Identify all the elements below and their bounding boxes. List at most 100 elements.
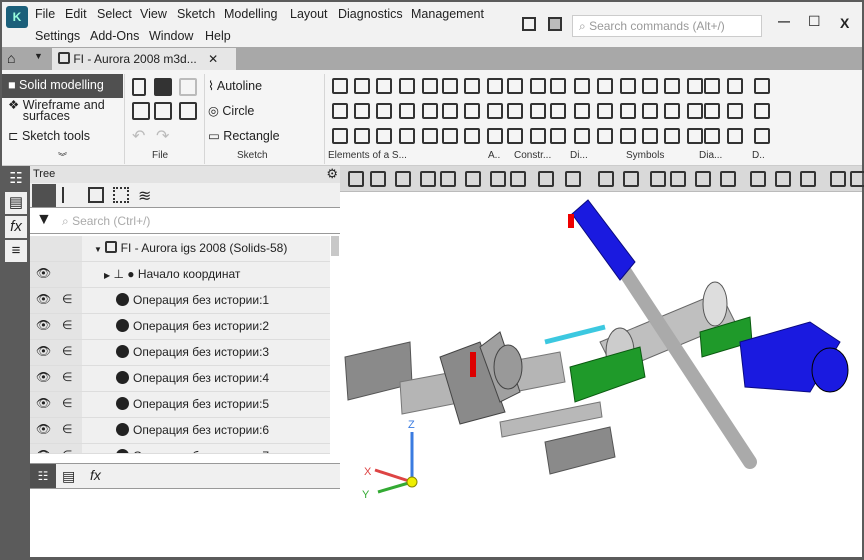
filter-icon[interactable]: ▼ [36, 211, 52, 229]
ribbon-tool-icon[interactable] [620, 78, 636, 94]
ribbon-tool-icon[interactable] [664, 78, 680, 94]
view-tool-icon[interactable] [490, 171, 506, 187]
ribbon-tool-icon[interactable] [687, 78, 703, 94]
included-icon[interactable]: ∈ [62, 448, 72, 453]
menu-select[interactable]: Select [97, 7, 132, 21]
rectangle-button[interactable]: ▭ Rectangle [208, 128, 280, 143]
eye-icon[interactable]: 👁 [36, 422, 51, 436]
selection-icon[interactable] [113, 187, 129, 203]
eye-icon[interactable]: 👁 [36, 396, 51, 410]
mode-sketch-tools[interactable]: ⊏ Sketch tools [8, 128, 90, 143]
view-tool-icon[interactable] [395, 171, 411, 187]
menu-sketch[interactable]: Sketch [177, 7, 215, 21]
view-tool-icon[interactable] [440, 171, 456, 187]
ribbon-tool-icon[interactable] [487, 103, 503, 119]
expand-chevron-icon[interactable]: ︾ [58, 150, 67, 163]
ribbon-tool-icon[interactable] [550, 103, 566, 119]
circle-button[interactable]: ◎ Circle [208, 103, 254, 118]
view-tool-icon[interactable] [720, 171, 736, 187]
ribbon-tool-icon[interactable] [422, 78, 438, 94]
ribbon-tool-icon[interactable] [399, 128, 415, 144]
included-icon[interactable]: ∈ [62, 292, 72, 306]
tree-item-row[interactable]: 👁 ∈ Операция без истории:2 [30, 314, 330, 340]
menu-edit[interactable]: Edit [65, 7, 87, 21]
menu-addons[interactable]: Add-Ons [90, 29, 139, 43]
tree-item-row[interactable]: 👁 ∈ Операция без истории:6 [30, 418, 330, 444]
3d-viewport[interactable]: Z X Y [340, 166, 864, 557]
expand-arrow-icon[interactable]: ▶ [104, 271, 110, 280]
ribbon-tool-icon[interactable] [727, 103, 743, 119]
print-icon[interactable] [132, 102, 150, 120]
autoline-button[interactable]: ⌇ Autoline [208, 78, 262, 93]
ribbon-tool-icon[interactable] [754, 103, 770, 119]
menu-layout[interactable]: Layout [290, 7, 328, 21]
eye-icon[interactable]: 👁 [36, 266, 51, 280]
view-tool-icon[interactable] [348, 171, 364, 187]
properties-tab-icon[interactable]: ▤ [62, 468, 75, 485]
maximize-button[interactable]: ☐ [808, 13, 821, 30]
view-tool-icon[interactable] [775, 171, 791, 187]
ribbon-tool-icon[interactable] [442, 78, 458, 94]
tree-item-row[interactable]: 👁 ∈ Операция без истории:1 [30, 288, 330, 314]
undo-icon[interactable]: ↶ [132, 126, 145, 146]
included-icon[interactable]: ∈ [62, 344, 72, 358]
ribbon-tool-icon[interactable] [507, 78, 523, 94]
view-tool-icon[interactable] [800, 171, 816, 187]
ribbon-tool-icon[interactable] [376, 103, 392, 119]
tabs-dropdown-icon[interactable]: ▼ [34, 51, 43, 61]
tree-hierarchy-icon[interactable] [62, 187, 76, 203]
ribbon-tool-icon[interactable] [487, 78, 503, 94]
collapse-arrow-icon[interactable]: ▼ [94, 245, 102, 254]
ribbon-tool-icon[interactable] [574, 103, 590, 119]
ribbon-tool-icon[interactable] [664, 128, 680, 144]
ribbon-tool-icon[interactable] [664, 103, 680, 119]
ribbon-tool-icon[interactable] [332, 103, 348, 119]
ribbon-tool-icon[interactable] [332, 128, 348, 144]
tree-tab-icon[interactable]: ☷ [30, 464, 56, 488]
view-tool-icon[interactable] [565, 171, 581, 187]
ribbon-tool-icon[interactable] [620, 128, 636, 144]
included-icon[interactable]: ∈ [62, 370, 72, 384]
tree-item-row[interactable]: 👁 ∈ Операция без истории:3 [30, 340, 330, 366]
included-icon[interactable]: ∈ [62, 396, 72, 410]
ribbon-tool-icon[interactable] [704, 78, 720, 94]
tree-scrollbar[interactable] [331, 236, 339, 256]
ribbon-tool-icon[interactable] [550, 78, 566, 94]
ribbon-tool-icon[interactable] [507, 128, 523, 144]
tree-item-row[interactable]: 👁 ∈ Операция без истории:4 [30, 366, 330, 392]
minimize-button[interactable]: — [778, 14, 790, 28]
mode-solid-modelling[interactable]: ■ Solid modelling [2, 74, 123, 98]
ribbon-tool-icon[interactable] [597, 103, 613, 119]
ribbon-tool-icon[interactable] [464, 128, 480, 144]
ribbon-tool-icon[interactable] [487, 128, 503, 144]
view-tool-icon[interactable] [650, 171, 666, 187]
ribbon-tool-icon[interactable] [754, 78, 770, 94]
menu-file[interactable]: File [35, 7, 55, 21]
view-tool-icon[interactable] [420, 171, 436, 187]
menu-window[interactable]: Window [149, 29, 193, 43]
menu-view[interactable]: View [140, 7, 167, 21]
preview-icon[interactable] [154, 102, 172, 120]
ribbon-tool-icon[interactable] [727, 128, 743, 144]
ribbon-tool-icon[interactable] [354, 103, 370, 119]
variables-fx-icon[interactable]: fx [5, 216, 27, 238]
ribbon-tool-icon[interactable] [620, 103, 636, 119]
included-icon[interactable]: ∈ [62, 318, 72, 332]
ribbon-tool-icon[interactable] [464, 103, 480, 119]
view-tool-icon[interactable] [598, 171, 614, 187]
view-tool-icon[interactable] [695, 171, 711, 187]
ribbon-tool-icon[interactable] [399, 78, 415, 94]
ribbon-tool-icon[interactable] [642, 128, 658, 144]
close-tab-icon[interactable]: ✕ [208, 52, 218, 66]
menu-modelling[interactable]: Modelling [224, 7, 278, 21]
menu-diagnostics[interactable]: Diagnostics [338, 7, 403, 21]
ribbon-tool-icon[interactable] [422, 103, 438, 119]
view-tool-icon[interactable] [670, 171, 686, 187]
ribbon-tool-icon[interactable] [530, 103, 546, 119]
tree-structure-icon[interactable] [32, 184, 56, 207]
tree-origin-row[interactable]: 👁 ▶ ⊥ ● Начало координат [30, 262, 330, 288]
ribbon-tool-icon[interactable] [687, 128, 703, 144]
gear-icon[interactable]: ⚙ [326, 166, 338, 182]
ribbon-tool-icon[interactable] [442, 128, 458, 144]
ribbon-tool-icon[interactable] [704, 103, 720, 119]
